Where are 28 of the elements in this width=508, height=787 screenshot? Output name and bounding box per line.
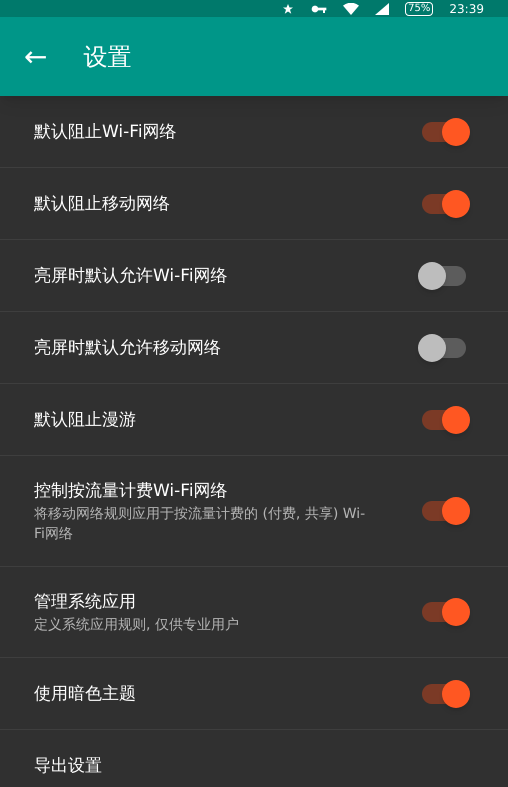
setting-row[interactable]: 默认阻止漫游 (0, 384, 508, 456)
screen-title: 设置 (83, 42, 132, 72)
setting-title: 导出设置 (34, 754, 103, 778)
setting-row[interactable]: 默认阻止Wi-Fi网络 (0, 96, 508, 168)
setting-row[interactable]: 管理系统应用 定义系统应用规则, 仅供专业用户 (0, 567, 508, 658)
key-icon (311, 4, 328, 14)
setting-title: 默认阻止漫游 (34, 408, 137, 432)
signal-icon (375, 2, 390, 14)
setting-title: 亮屏时默认允许Wi-Fi网络 (34, 264, 229, 288)
star-icon (281, 2, 296, 14)
setting-row[interactable]: 亮屏时默认允许Wi-Fi网络 (0, 240, 508, 312)
setting-row[interactable]: 默认阻止移动网络 (0, 168, 508, 240)
setting-title: 亮屏时默认允许移动网络 (34, 336, 222, 360)
setting-row[interactable]: 使用暗色主题 (0, 658, 508, 730)
setting-title: 默认阻止移动网络 (34, 192, 171, 216)
back-button[interactable]: ← (24, 42, 48, 70)
setting-title: 管理系统应用 (34, 591, 137, 614)
setting-row[interactable]: 控制按流量计费Wi-Fi网络 将移动网络规则应用于按流量计费的 (付费, 共享) Wi-Fi网络 (0, 456, 508, 567)
setting-row[interactable]: 导出设置 (0, 730, 508, 787)
setting-title: 默认阻止Wi-Fi网络 (34, 120, 178, 144)
setting-description: 将移动网络规则应用于按流量计费的 (付费, 共享) Wi-Fi网络 (34, 505, 366, 544)
wifi-icon (343, 2, 360, 14)
setting-title: 控制按流量计费Wi-Fi网络 (34, 480, 229, 503)
setting-title: 使用暗色主题 (34, 682, 137, 706)
setting-description: 定义系统应用规则, 仅供专业用户 (34, 616, 240, 635)
setting-row[interactable]: 亮屏时默认允许移动网络 (0, 312, 508, 384)
battery-indicator: 75% (405, 2, 434, 16)
clock-time: 23:39 (449, 2, 484, 16)
